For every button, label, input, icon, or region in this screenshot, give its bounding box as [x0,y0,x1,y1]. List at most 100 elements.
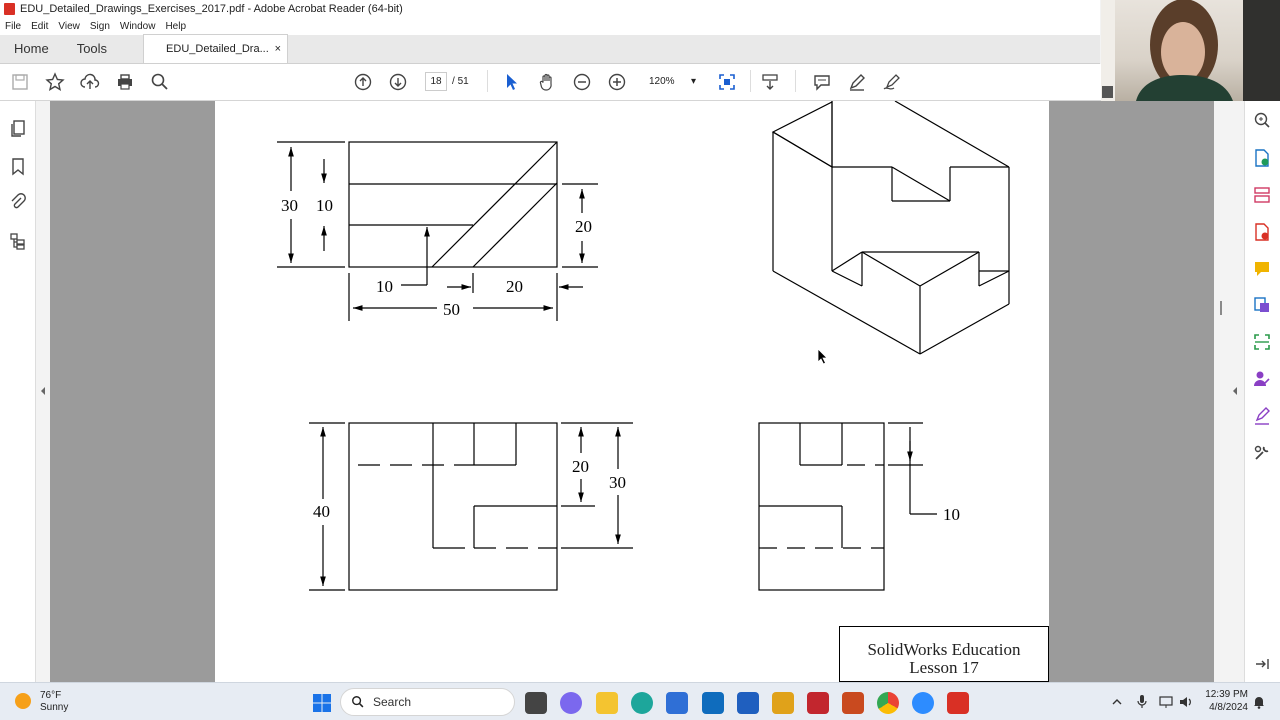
page-total-value: 51 [457,76,469,87]
menu-file[interactable]: File [5,21,21,32]
right-panel-gutter [1214,101,1244,682]
zoom-search-icon[interactable] [1252,110,1272,130]
acrobat-icon [4,3,15,15]
file-explorer-icon[interactable] [596,692,618,714]
page-separator: / [452,76,455,87]
mouse-cursor-icon [817,348,828,365]
draw-sign-icon[interactable] [882,72,902,92]
left-navigation-rail [0,101,36,682]
dim-top-10: 10 [316,196,333,215]
tab-tools[interactable]: Tools [63,34,121,63]
weather-desc: Sunny [40,702,69,713]
weather-temp: 76°F [40,690,62,701]
acrobat-taskbar-icon[interactable] [947,692,969,714]
scan-ocr-icon[interactable] [1252,332,1272,352]
sun-icon [15,693,31,709]
c-app-icon[interactable] [737,692,759,714]
page-number-input[interactable]: 18 [425,72,447,91]
windows-taskbar: 76°F Sunny Search 12:39 PM 4/8/2024 [0,682,1280,720]
request-signature-icon[interactable] [1252,369,1272,389]
menu-window[interactable]: Window [120,21,156,32]
chevron-up-icon[interactable] [1110,695,1124,709]
chrome-icon[interactable] [877,692,899,714]
left-panel-gutter [36,101,50,682]
bookmark-icon[interactable] [8,156,28,176]
comment-tool-icon[interactable] [1252,259,1272,279]
zoom-value: 120% [649,76,675,87]
title-block-line1: SolidWorks Education [867,640,1021,659]
volume-icon[interactable] [1178,694,1194,710]
menu-edit[interactable]: Edit [31,21,48,32]
comment-icon[interactable] [812,72,832,92]
dim-top-30: 30 [281,196,298,215]
window-title: EDU_Detailed_Drawings_Exercises_2017.pdf… [20,3,403,15]
toolbar-divider [795,70,796,92]
weather-widget[interactable]: 76°F Sunny [15,690,68,714]
save-icon[interactable] [10,72,30,92]
scroll-mode-icon[interactable] [760,72,780,92]
dim-front-30: 30 [609,473,626,492]
menu-view[interactable]: View [58,21,80,32]
next-page-icon[interactable] [388,72,408,92]
prev-page-icon[interactable] [353,72,373,92]
search-icon[interactable] [150,72,170,92]
more-tools-icon[interactable] [1252,443,1272,463]
toolbar-divider [750,70,751,92]
edit-pdf-icon[interactable] [1252,295,1272,315]
search-icon [352,696,364,708]
toolbar [0,64,1280,101]
dim-side-10: 10 [943,505,960,524]
powerpoint-icon[interactable] [842,692,864,714]
tab-bar: Home Tools EDU_Detailed_Dra... × [0,34,1100,64]
chevron-down-icon: ▾ [690,76,696,87]
toolbar-divider [487,70,488,92]
notification-bell-icon[interactable] [1253,695,1265,709]
taskbar-search-box[interactable]: Search [340,688,515,716]
organize-pages-icon[interactable] [1252,185,1272,205]
network-icon[interactable] [1158,694,1174,710]
microphone-icon[interactable] [1135,694,1149,710]
select-pointer-icon[interactable] [502,72,522,92]
menu-help[interactable]: Help [165,21,186,32]
title-block-line2: Lesson 17 [909,658,979,677]
collapse-panel-icon[interactable] [1252,654,1272,674]
tab-document-label: EDU_Detailed_Dra... [166,43,269,55]
dim-width-50: 50 [443,300,460,319]
hand-tool-icon[interactable] [537,72,557,92]
zoom-in-icon[interactable] [607,72,627,92]
edge-browser-icon[interactable] [631,692,653,714]
page-fit-icon[interactable] [717,72,737,92]
clock-time: 12:39 PM [1205,689,1248,700]
fill-sign-icon[interactable] [1252,406,1272,426]
layers-icon[interactable] [8,231,28,251]
outlook-icon[interactable] [702,692,724,714]
print-icon[interactable] [115,72,135,92]
zoom-out-icon[interactable] [572,72,592,92]
title-block: SolidWorks Education Lesson 17 [839,626,1049,682]
upload-cloud-icon[interactable] [80,72,100,92]
app-icon-i[interactable] [772,692,794,714]
teams-chat-icon[interactable] [560,692,582,714]
taskbar-search-label: Search [373,695,412,709]
dim-top-20: 20 [575,217,592,236]
engineering-drawing: 30 10 20 10 20 50 40 20 30 10 [277,101,1010,591]
dim-bottom-20: 20 [506,277,523,296]
attachment-icon[interactable] [8,192,28,212]
store-icon[interactable] [666,692,688,714]
menu-sign[interactable]: Sign [90,21,110,32]
system-clock[interactable]: 12:39 PM 4/8/2024 [1198,688,1248,714]
solidworks-icon[interactable] [807,692,829,714]
tab-document[interactable]: EDU_Detailed_Dra... × [143,34,289,63]
zoom-app-icon[interactable] [912,692,934,714]
page-thumbnails-icon[interactable] [8,118,28,138]
zoom-dropdown[interactable]: 120% ▾ [645,72,700,91]
tab-home[interactable]: Home [0,34,63,63]
create-pdf-icon[interactable] [1252,222,1272,242]
windows-start-icon[interactable] [311,692,333,714]
star-icon[interactable] [45,72,65,92]
highlight-pen-icon[interactable] [847,72,867,92]
dim-front-40: 40 [313,502,330,521]
export-pdf-icon[interactable] [1252,148,1272,168]
tab-close-button[interactable]: × [275,43,281,55]
task-view-icon[interactable] [525,692,547,714]
